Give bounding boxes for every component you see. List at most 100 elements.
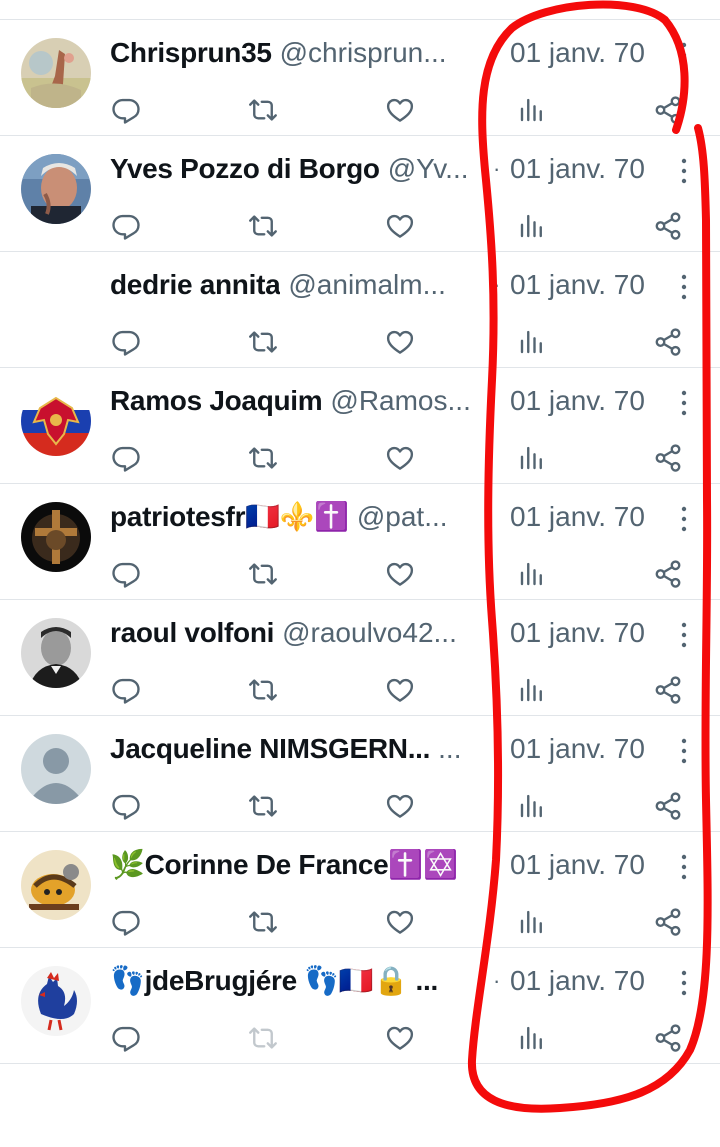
views-icon[interactable] <box>512 90 552 130</box>
like-icon[interactable] <box>380 206 420 246</box>
post-date[interactable]: 01 janv. 70 <box>510 614 645 652</box>
more-icon[interactable] <box>676 620 692 650</box>
more-icon[interactable] <box>676 40 692 70</box>
more-icon[interactable] <box>676 852 692 882</box>
views-icon[interactable] <box>512 554 552 594</box>
post-date[interactable]: 01 janv. 70 <box>510 266 645 304</box>
like-icon[interactable] <box>380 1018 420 1058</box>
post-feed: Chrisprun35 @chrisprun... 01 janv. 70 Yves … <box>0 19 720 1064</box>
post-date[interactable]: 01 janv. 70 <box>510 730 645 768</box>
share-icon[interactable] <box>648 1018 688 1058</box>
share-icon[interactable] <box>648 206 688 246</box>
repost-icon[interactable] <box>243 90 283 130</box>
post-row[interactable]: patriotesfr🇫🇷⚜️✝️ @pat... 01 janv. 70 <box>0 484 720 600</box>
post-date[interactable]: 01 janv. 70 <box>510 962 645 1000</box>
separator-dot: · <box>493 156 501 181</box>
repost-icon[interactable] <box>243 322 283 362</box>
post-row[interactable]: Ramos Joaquim @Ramos... 01 janv. 70 <box>0 368 720 484</box>
reply-icon[interactable] <box>106 902 146 942</box>
like-icon[interactable] <box>380 786 420 826</box>
author-name[interactable]: 👣jdeBrugjére 👣🇫🇷🔒 ... <box>110 962 438 1000</box>
author-handle[interactable]: @raoulvo42... <box>282 614 490 652</box>
reply-icon[interactable] <box>106 206 146 246</box>
post-row[interactable]: Jacqueline NIMSGERN...... 01 janv. 70 <box>0 716 720 832</box>
views-icon[interactable] <box>512 902 552 942</box>
post-date[interactable]: 01 janv. 70 <box>510 34 645 72</box>
author-handle[interactable]: @Yv... <box>388 150 490 188</box>
like-icon[interactable] <box>380 438 420 478</box>
separator-dot: · <box>493 272 501 297</box>
more-icon[interactable] <box>676 968 692 998</box>
share-icon[interactable] <box>648 322 688 362</box>
like-icon[interactable] <box>380 90 420 130</box>
post-header: Ramos Joaquim @Ramos... <box>110 382 490 420</box>
post-row[interactable]: 👣jdeBrugjére 👣🇫🇷🔒 ... · 01 janv. 70 <box>0 948 720 1064</box>
share-icon[interactable] <box>648 670 688 710</box>
post-actions <box>0 1018 720 1058</box>
author-handle[interactable]: @Ramos... <box>330 382 490 420</box>
views-icon[interactable] <box>512 206 552 246</box>
share-icon[interactable] <box>648 438 688 478</box>
like-icon[interactable] <box>380 670 420 710</box>
more-icon[interactable] <box>676 272 692 302</box>
post-header: 🌿Corinne De France✝️✡️ <box>110 846 490 884</box>
post-row[interactable]: dedrie annita @animalm... · 01 janv. 70 <box>0 252 720 368</box>
post-row[interactable]: Yves Pozzo di Borgo @Yv... · 01 janv. 70 <box>0 136 720 252</box>
author-name[interactable]: Ramos Joaquim <box>110 382 322 420</box>
post-actions <box>0 206 720 246</box>
views-icon[interactable] <box>512 670 552 710</box>
share-icon[interactable] <box>648 90 688 130</box>
more-icon[interactable] <box>676 736 692 766</box>
like-icon[interactable] <box>380 902 420 942</box>
post-actions <box>0 670 720 710</box>
more-icon[interactable] <box>676 156 692 186</box>
post-actions <box>0 786 720 826</box>
views-icon[interactable] <box>512 1018 552 1058</box>
more-icon[interactable] <box>676 388 692 418</box>
author-name[interactable]: raoul volfoni <box>110 614 274 652</box>
repost-icon[interactable] <box>243 554 283 594</box>
post-date[interactable]: 01 janv. 70 <box>510 498 645 536</box>
author-name[interactable]: dedrie annita <box>110 266 280 304</box>
views-icon[interactable] <box>512 322 552 362</box>
views-icon[interactable] <box>512 786 552 826</box>
author-name[interactable]: patriotesfr🇫🇷⚜️✝️ <box>110 498 349 536</box>
reply-icon[interactable] <box>106 786 146 826</box>
repost-icon[interactable] <box>243 670 283 710</box>
reply-icon[interactable] <box>106 670 146 710</box>
more-icon[interactable] <box>676 504 692 534</box>
repost-icon[interactable] <box>243 438 283 478</box>
author-name[interactable]: 🌿Corinne De France✝️✡️ <box>110 846 458 884</box>
reply-icon[interactable] <box>106 90 146 130</box>
like-icon[interactable] <box>380 554 420 594</box>
post-date[interactable]: 01 janv. 70 <box>510 150 645 188</box>
author-name[interactable]: Chrisprun35 <box>110 34 272 72</box>
like-icon[interactable] <box>380 322 420 362</box>
share-icon[interactable] <box>648 786 688 826</box>
repost-icon[interactable] <box>243 206 283 246</box>
reply-icon[interactable] <box>106 1018 146 1058</box>
post-date[interactable]: 01 janv. 70 <box>510 382 645 420</box>
views-icon[interactable] <box>512 438 552 478</box>
author-handle[interactable]: ... <box>438 730 490 768</box>
author-name[interactable]: Jacqueline NIMSGERN... <box>110 730 430 768</box>
reply-icon[interactable] <box>106 322 146 362</box>
post-row[interactable]: 🌿Corinne De France✝️✡️ 01 janv. 70 <box>0 832 720 948</box>
share-icon[interactable] <box>648 554 688 594</box>
post-actions <box>0 902 720 942</box>
share-icon[interactable] <box>648 902 688 942</box>
author-handle[interactable]: @pat... <box>357 498 490 536</box>
reply-icon[interactable] <box>106 554 146 594</box>
post-row[interactable]: raoul volfoni @raoulvo42... 01 janv. 70 <box>0 600 720 716</box>
post-actions <box>0 554 720 594</box>
author-handle[interactable]: @chrisprun... <box>280 34 490 72</box>
reply-icon[interactable] <box>106 438 146 478</box>
post-actions <box>0 90 720 130</box>
author-handle[interactable]: @animalm... <box>288 266 490 304</box>
repost-icon[interactable] <box>243 902 283 942</box>
repost-icon[interactable] <box>243 786 283 826</box>
author-name[interactable]: Yves Pozzo di Borgo <box>110 150 380 188</box>
post-row[interactable]: Chrisprun35 @chrisprun... 01 janv. 70 <box>0 20 720 136</box>
separator-dot: · <box>493 968 501 993</box>
post-date[interactable]: 01 janv. 70 <box>510 846 645 884</box>
